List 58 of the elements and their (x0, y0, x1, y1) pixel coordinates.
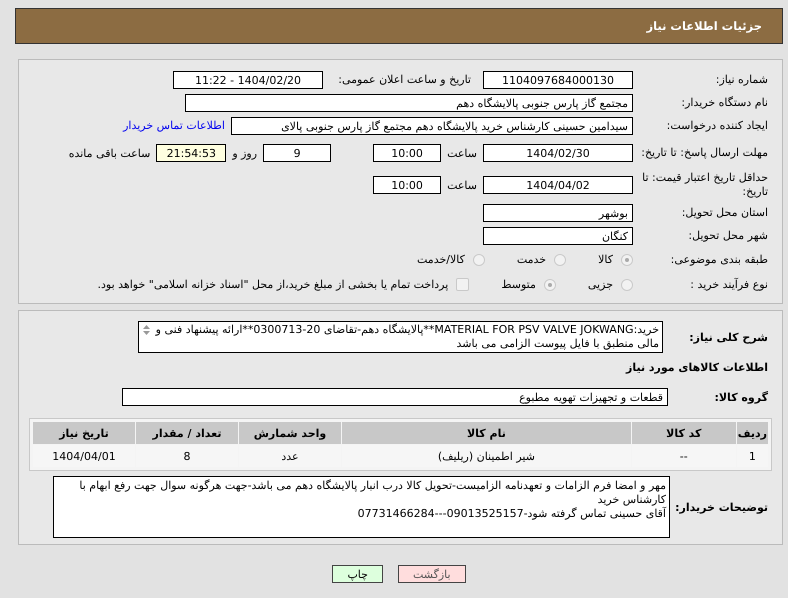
description-field[interactable]: خرید:MATERIAL FOR PSV VALVE JOKWANG**پالایشگاه دهم-تقاضای 20-0300713**ارائه پیشنهاد فنی و مالی منطبق با فایل پیوست الزامی می باشد (138, 321, 663, 353)
radio-button[interactable] (472, 254, 485, 266)
field-value: 1404/04/02 (483, 176, 633, 194)
notes-text: مهر و امضا فرم الزامات و تعهدنامه الزامیست-تحویل کالا درب انبار پالایشگاه دهم می باشد-جهت هرگونه سوال جهت رفع ابهام با کارشناس خرید آقای حسینی تماس گرفته شود-09013525157---07731466284 (78, 479, 666, 521)
field-label: شماره نیاز: (714, 72, 769, 86)
field-label: ساعت (447, 146, 477, 160)
field-value: سیدامین حسینی کارشناس خرید پالایشگاه دهم مجتمع گاز پارس جنوبی پالای (231, 116, 633, 134)
field-value: قطعات و تجهیزات تهویه مطبوع (122, 388, 668, 406)
field-label: نوع فرآیند خرید : (689, 278, 769, 292)
field-label: حداقل تاریخ اعتبار قیمت: تا تاریخ: (641, 171, 769, 199)
field-label: ساعت باقی مانده (68, 146, 150, 160)
field-label: توضیحات خریدار: (674, 500, 769, 514)
option-label: کالا/خدمت (417, 253, 465, 266)
field-label: مهلت ارسال پاسخ: تا تاریخ: (640, 146, 769, 160)
field-label: روز و (232, 146, 258, 160)
field-value: 10:00 (373, 176, 442, 194)
field-label: ساعت (447, 178, 477, 192)
field-label: استان محل تحویل: (680, 206, 769, 220)
option-label: کالا (598, 253, 613, 266)
notes-field[interactable]: مهر و امضا فرم الزامات و تعهدنامه الزامیست-تحویل کالا درب انبار پالایشگاه دهم می باشد-جهت هرگونه سوال جهت رفع ابهام با کارشناس خرید آقای حسینی تماس گرفته شود-09013525157---07731466284 (53, 476, 670, 538)
checkbox[interactable] (456, 278, 470, 291)
field-value: مجتمع گاز پارس جنوبی پالایشگاه دهم (185, 94, 633, 112)
field-label: شهر محل تحویل: (687, 228, 769, 242)
field-label: طبقه بندی موضوعی: (670, 252, 769, 266)
contact-link[interactable]: اطلاعات تماس خریدار (123, 119, 225, 132)
radio-button[interactable] (621, 278, 633, 290)
field-label: ایجاد کننده درخواست: (666, 118, 769, 132)
column-header: تاریخ نیاز (33, 422, 135, 444)
radio-button[interactable] (621, 254, 633, 266)
field-label: شرح کلی نیاز: (688, 330, 769, 344)
option-label: خدمت (516, 253, 546, 266)
field-value: 1404/02/30 (483, 144, 633, 162)
column-header: کد کالا (632, 422, 736, 444)
field-label: گروه کالا: (713, 390, 769, 404)
section-title: اطلاعات کالاهای مورد نیاز (624, 361, 768, 374)
field-value: 9 (263, 144, 332, 162)
column-header: واحد شمارش (239, 422, 341, 444)
field-value: 1404/02/20 - 11:22 (173, 70, 323, 88)
field-value: 21:54:53 (156, 144, 226, 162)
option-label: جزیی (588, 278, 613, 291)
page-title: جزئیات اطلاعات نیاز (646, 19, 762, 33)
field-value: بوشهر (483, 204, 633, 222)
field-label: تاریخ و ساعت اعلان عمومی: (337, 73, 471, 86)
column-header: ردیف (736, 422, 768, 444)
scroll-arrows-icon (142, 323, 151, 337)
description-text: خرید:MATERIAL FOR PSV VALVE JOKWANG**پالایشگاه دهم-تقاضای 20-0300713**ارائه پیشنهاد فنی و مالی منطبق با فایل پیوست الزامی می باشد (155, 323, 659, 351)
field-value: کنگان (483, 226, 633, 244)
option-label: متوسط (501, 278, 536, 291)
back-button[interactable]: بازگشت (398, 565, 466, 583)
field-value: 10:00 (373, 144, 442, 162)
print-button[interactable]: چاپ (332, 565, 383, 583)
checkbox-label: پرداخت تمام یا بخشی از مبلغ خرید،از محل "اسناد خزانه اسلامی" خواهد بود. (98, 278, 448, 291)
radio-button[interactable] (544, 278, 556, 290)
field-value: 1104097684000130 (483, 70, 633, 88)
column-header: نام کالا (342, 422, 631, 444)
radio-button[interactable] (554, 254, 566, 266)
field-label: نام دستگاه خریدار: (680, 96, 769, 110)
column-header: تعداد / مقدار (136, 422, 238, 444)
